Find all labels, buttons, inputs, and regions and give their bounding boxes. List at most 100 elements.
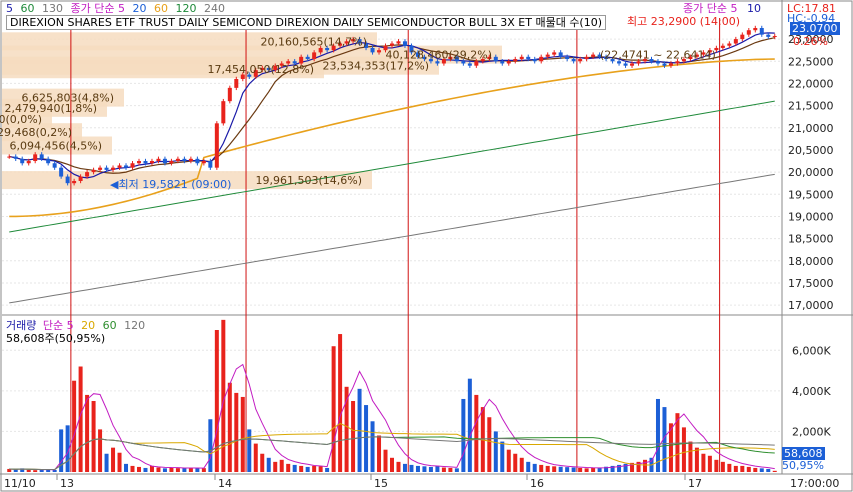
volume-bar xyxy=(409,464,414,472)
candle-body xyxy=(493,56,498,62)
candle-body xyxy=(201,161,206,164)
vol-legend-ma60: 60 xyxy=(102,319,117,332)
volume-bar xyxy=(312,465,317,472)
legend-close-simple-5: 종가 단순 5 xyxy=(70,2,125,15)
volume-bar xyxy=(681,427,686,472)
volume-bar xyxy=(519,457,524,472)
candle-body xyxy=(532,59,537,62)
price-tick-label: 19,0000 xyxy=(788,210,834,223)
volume-bar xyxy=(772,470,777,472)
volume-bar xyxy=(454,468,459,472)
candle-body xyxy=(772,35,777,37)
candle-body xyxy=(552,52,557,55)
candle-body xyxy=(623,63,628,66)
candle-body xyxy=(39,154,44,159)
legend-120: 120 xyxy=(175,2,197,15)
price-tick-label: 17,5000 xyxy=(788,277,834,290)
candle-body xyxy=(13,156,18,159)
candle-body xyxy=(46,158,51,164)
volume-bar xyxy=(286,463,291,472)
candle-body xyxy=(370,47,375,53)
volume-bar xyxy=(422,466,427,472)
price-tick-label: 17,0000 xyxy=(788,299,834,312)
legend-20: 20 xyxy=(132,2,147,15)
volume-bar xyxy=(111,447,116,472)
candle-body xyxy=(474,61,479,66)
volume-bar xyxy=(370,421,375,472)
range-label: (22,4741 ~ 22,6414) xyxy=(600,49,716,62)
candle-body xyxy=(545,54,550,57)
candle-body xyxy=(188,158,193,162)
volume-bar xyxy=(130,465,135,472)
volume-bar xyxy=(195,468,200,472)
candle-body xyxy=(111,167,116,170)
volume-bar xyxy=(273,461,278,472)
candle-body xyxy=(526,56,531,60)
legend-60: 60 xyxy=(20,2,35,15)
high-label: 최고 23,2900 (14:00) xyxy=(627,15,740,28)
candle-body xyxy=(156,158,161,162)
vol-legend-ma5: 단순 5 xyxy=(42,319,74,332)
volume-bar xyxy=(753,467,758,472)
volume-bar xyxy=(571,467,576,472)
candle-body xyxy=(52,163,57,168)
price-tick-label: 20,0000 xyxy=(788,166,834,179)
candle-body xyxy=(720,45,725,48)
volume-bar xyxy=(565,467,570,472)
candle-body xyxy=(78,176,83,181)
candle-body xyxy=(558,52,563,57)
volume-bar xyxy=(338,334,343,472)
candle-body xyxy=(149,161,154,164)
volume-bar xyxy=(253,443,258,472)
volume-tick-label: 6,000K xyxy=(792,344,831,357)
volume-bar xyxy=(694,447,699,472)
volume-bar xyxy=(487,417,492,472)
candle-body xyxy=(208,161,213,168)
volume-bar xyxy=(552,466,557,472)
x-tick-label: 16 xyxy=(530,477,544,490)
volume-bar xyxy=(266,457,271,472)
volume-profile-label: 0(0,0%) xyxy=(0,113,42,126)
volume-last-pct: 50,95% xyxy=(782,459,824,472)
volume-bar xyxy=(532,463,537,472)
candle-body xyxy=(227,87,232,102)
volume-bar xyxy=(740,465,745,472)
candle-body xyxy=(539,56,544,62)
volume-bar xyxy=(318,466,323,472)
volume-profile-label: 23,534,353(17,2%) xyxy=(322,60,429,73)
legend-5: 5 xyxy=(6,2,13,15)
volume-bar xyxy=(448,467,453,472)
candle-body xyxy=(312,52,317,60)
price-tick-label: 21,5000 xyxy=(788,100,834,113)
volume-bar xyxy=(201,468,206,472)
volume-bar xyxy=(117,452,122,472)
volume-bar xyxy=(545,465,550,472)
high-label-text: 최고 23,2900 (14:00) xyxy=(627,15,741,28)
volume-profile-label: 17,454,050(12,8%) xyxy=(207,63,314,76)
volume-bar xyxy=(513,453,518,472)
volume-bar xyxy=(124,463,129,472)
volume-bar xyxy=(688,441,693,472)
volume-bar xyxy=(493,431,498,472)
volume-bar xyxy=(351,401,356,472)
volume-bar xyxy=(136,466,141,472)
volume-bar xyxy=(240,396,245,472)
x-tick-label: 17 xyxy=(688,477,702,490)
candle-body xyxy=(591,54,596,57)
volume-profile-label: 20,160,565(14,7%) xyxy=(260,35,367,48)
right-legend-label: 종가 단순 5 xyxy=(683,2,738,15)
volume-bar xyxy=(474,394,479,472)
candle-body xyxy=(169,161,174,164)
volume-bar xyxy=(91,401,96,472)
candle-body xyxy=(117,165,122,168)
volume-legend: 거래량 단순 5 20 60 120 xyxy=(6,319,145,332)
volume-bar xyxy=(766,468,771,472)
candle-body xyxy=(396,41,401,44)
candle-body xyxy=(26,161,31,164)
candle-body xyxy=(506,61,511,64)
legend-60b: 60 xyxy=(153,2,168,15)
volume-bar xyxy=(591,467,596,472)
volume-bar xyxy=(364,405,369,472)
volume-bar xyxy=(292,464,297,472)
candle-body xyxy=(733,39,738,44)
